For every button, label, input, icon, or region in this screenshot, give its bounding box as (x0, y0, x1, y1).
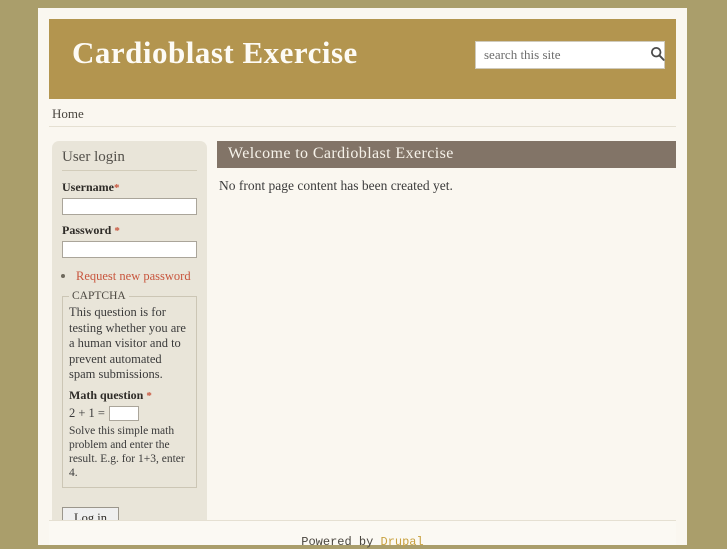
password-label: Password * (62, 223, 197, 238)
page-columns: User login Username* Password * Request … (49, 141, 676, 544)
drupal-link[interactable]: Drupal (381, 535, 424, 549)
password-required-marker: * (114, 225, 120, 237)
captcha-description: This question is for testing whether you… (69, 305, 186, 381)
captcha-fieldset: CAPTCHA This question is for testing whe… (62, 290, 197, 488)
search-input[interactable] (476, 42, 650, 68)
content-body: No front page content has been created y… (217, 168, 676, 204)
site-title: Cardioblast Exercise (72, 35, 358, 70)
menu-item-home[interactable]: Home (52, 106, 84, 121)
search-icon (650, 46, 665, 64)
math-question-label-text: Math question (69, 387, 144, 402)
username-input[interactable] (62, 198, 197, 215)
captcha-legend: CAPTCHA (72, 290, 126, 302)
user-login-block: User login Username* Password * Request … (52, 141, 207, 544)
page-container: Cardioblast Exercise Home (38, 8, 687, 549)
username-label-text: Username (62, 180, 114, 194)
sidebar-left: User login Username* Password * Request … (52, 141, 207, 544)
math-answer-input[interactable] (108, 405, 139, 421)
password-input[interactable] (62, 241, 197, 258)
request-new-password-link[interactable]: Request new password (76, 269, 191, 283)
math-question-label: Math question * (69, 388, 190, 403)
site-footer: Powered by Drupal (49, 520, 676, 549)
primary-menu-list: Home (49, 106, 676, 122)
primary-menu: Home (49, 99, 676, 127)
math-question-required-marker: * (146, 389, 152, 402)
search-box[interactable] (475, 41, 665, 69)
math-question-help: Solve this simple math problem and enter… (69, 424, 185, 479)
math-question-prompt: 2 + 1 = (69, 405, 105, 420)
password-label-text: Password (62, 223, 112, 237)
menu-item[interactable]: Home (52, 106, 84, 122)
login-help-links: Request new password (62, 268, 197, 284)
list-item[interactable]: Request new password (76, 268, 197, 284)
empty-front-page-message: No front page content has been created y… (219, 178, 453, 193)
username-label: Username* (62, 180, 197, 195)
username-required-marker: * (113, 182, 120, 194)
site-header: Cardioblast Exercise (49, 19, 676, 99)
page-title: Welcome to Cardioblast Exercise (217, 141, 676, 168)
search-submit-button[interactable] (650, 42, 665, 68)
footer-powered-by-text: Powered by (301, 535, 374, 549)
block-title-user-login: User login (62, 149, 197, 171)
main-content: Welcome to Cardioblast Exercise No front… (217, 141, 676, 204)
math-question-row: 2 + 1 = (69, 405, 190, 421)
